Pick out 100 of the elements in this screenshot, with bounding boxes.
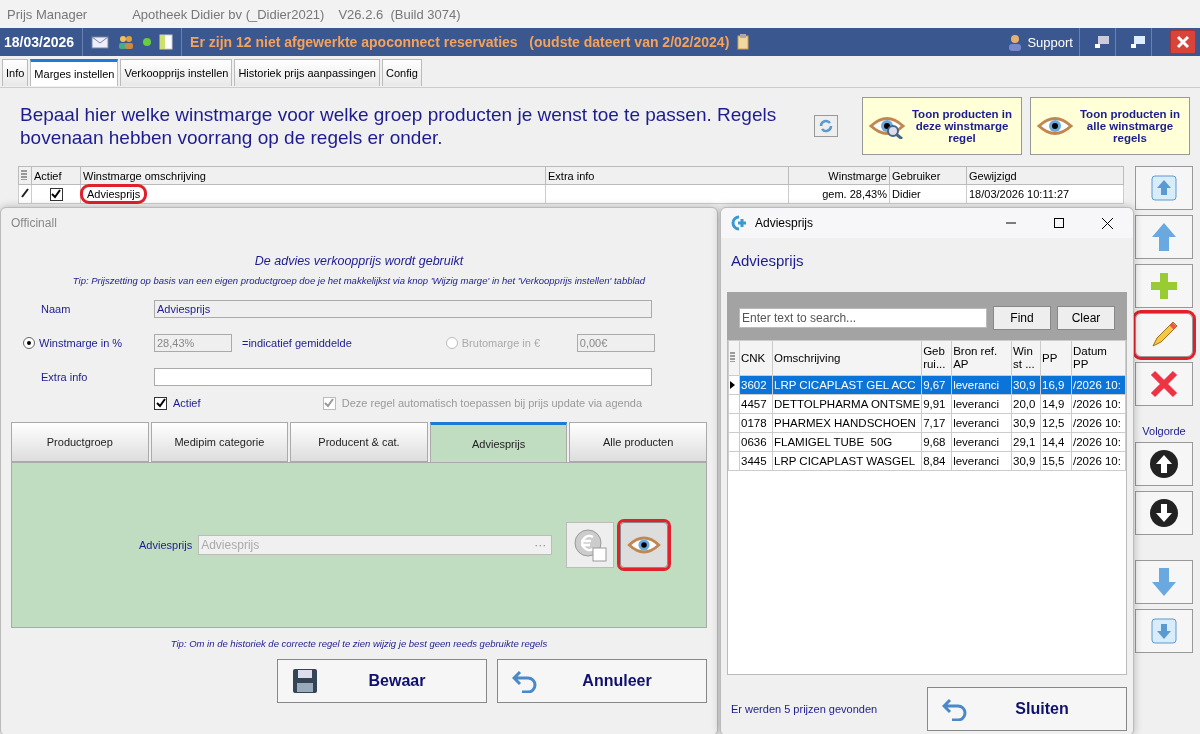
tab[interactable]: Adviesprijs: [429, 422, 568, 462]
column-header[interactable]: Win st ...: [1011, 340, 1041, 376]
tab[interactable]: Config: [382, 59, 422, 86]
table-cell: PHARMEX HANDSCHOEN: [772, 413, 922, 433]
add-button[interactable]: [1135, 264, 1193, 308]
name-field[interactable]: Adviesprijs: [154, 300, 652, 318]
column-chooser-icon[interactable]: [21, 169, 27, 180]
table-cell: 9,91: [921, 394, 952, 414]
extra-info-field[interactable]: [154, 368, 652, 386]
cancel-button[interactable]: Annuleer: [497, 659, 707, 703]
app-logo-icon: [729, 215, 747, 231]
table-cell: /2026 10:: [1071, 432, 1126, 452]
table-cell: DETTOLPHARMA ONTSME: [772, 394, 922, 414]
undo-arrow-icon: [512, 669, 538, 693]
tab[interactable]: Info: [2, 59, 29, 86]
result-row[interactable]: 0178 PHARMEX HANDSCHOEN 7,17 leveranci 30,9 12,5 /2026 10:: [728, 413, 1126, 433]
tab[interactable]: Historiek prijs aanpassingen: [234, 59, 380, 86]
bottom-button[interactable]: [1135, 609, 1193, 653]
radio-button[interactable]: [445, 337, 458, 349]
tab[interactable]: Verkoopprijs instellen: [120, 59, 233, 86]
delete-button[interactable]: [1135, 362, 1193, 406]
table-cell: 0636: [739, 432, 773, 452]
minimize-icon: [1006, 222, 1016, 224]
support-button[interactable]: Support: [1001, 28, 1080, 56]
top-button[interactable]: [1135, 166, 1193, 210]
column-header[interactable]: Datum PP: [1071, 340, 1126, 376]
move-top-icon: [1151, 175, 1177, 201]
tab[interactable]: Medipim categorie: [150, 422, 289, 462]
circle-up-button[interactable]: [1135, 442, 1193, 486]
column-header[interactable]: Actief: [31, 166, 81, 185]
status-dot-icon: [143, 38, 152, 46]
save-button[interactable]: Bewaar: [277, 659, 487, 703]
price-calculator-button[interactable]: [566, 522, 615, 568]
checkbox[interactable]: [49, 187, 63, 201]
table-cell: 14,9: [1040, 394, 1072, 414]
result-row[interactable]: 0636 FLAMIGEL TUBE 50G 9,68 leveranci 29,1 14,4 /2026 10:: [728, 432, 1126, 452]
checkbox[interactable]: [322, 396, 336, 410]
result-row[interactable]: 4457 DETTOLPHARMA ONTSME 9,91 leveranci 20,0 14,9 /2026 10:: [728, 394, 1126, 414]
date-label: 18/03/2026: [4, 34, 75, 50]
source-label: Adviesprijs: [139, 539, 193, 551]
search-field[interactable]: Enter text to search...: [739, 308, 987, 328]
notebook-icon[interactable]: [159, 34, 174, 50]
column-header[interactable]: Winstmarge omschrijving: [80, 166, 546, 185]
arrow-up-icon: [1151, 222, 1177, 252]
option-label: Winstmarge in %: [39, 337, 123, 349]
table-cell: 0178: [739, 413, 773, 433]
result-row[interactable]: 3602 LRP CICAPLAST GEL ACC 9,67 leveranci 30,9 16,9 /2026 10:: [728, 375, 1126, 395]
column-header[interactable]: Gebruiker: [889, 166, 967, 185]
window-icon: [1093, 35, 1110, 49]
close-dialog-button[interactable]: Sluiten: [927, 687, 1127, 731]
up-button[interactable]: [1135, 215, 1193, 259]
table-cell: 7,17: [921, 413, 952, 433]
table-cell: 4457: [739, 394, 773, 414]
radio-button[interactable]: [23, 337, 35, 349]
tab[interactable]: Marges instellen: [30, 59, 119, 86]
close-icon: [1176, 35, 1190, 49]
show-products-button[interactable]: Toon producten in deze winstmarge regel: [862, 97, 1022, 155]
arrow-down-icon: [1149, 498, 1179, 528]
tab[interactable]: Alle producten: [569, 422, 707, 462]
column-header[interactable]: Bron ref. AP: [951, 340, 1012, 376]
app-title: Prijs Manager: [7, 6, 88, 22]
column-header[interactable]: CNK: [739, 340, 773, 376]
refresh-button[interactable]: [814, 115, 838, 137]
column-header[interactable]: PP: [1040, 340, 1072, 376]
arrow-up-icon: [1149, 449, 1179, 479]
table-cell: 3445: [739, 451, 773, 471]
show-products-button[interactable]: Toon producten in alle winstmarge regels: [1030, 97, 1190, 155]
table-cell: 9,68: [921, 432, 952, 452]
table-cell: FLAMIGEL TUBE 50G: [772, 432, 922, 452]
envelope-icon[interactable]: [91, 35, 110, 49]
circle-down-button[interactable]: [1135, 491, 1193, 535]
table-cell: /2026 10:: [1071, 394, 1126, 414]
down-button[interactable]: [1135, 560, 1193, 604]
tab[interactable]: Productgroep: [11, 422, 149, 462]
column-header[interactable]: Extra info: [545, 166, 789, 185]
table-cell: 14,4: [1040, 432, 1072, 452]
active-label: Actief: [173, 397, 201, 409]
users-icon[interactable]: [117, 34, 136, 50]
view-button[interactable]: [620, 522, 669, 568]
column-chooser-icon[interactable]: [730, 351, 735, 362]
table-cell: 15,5: [1040, 451, 1072, 471]
column-header[interactable]: Winstmarge: [788, 166, 890, 185]
column-header[interactable]: Omschrijving: [772, 340, 922, 376]
tab[interactable]: Producent & cat.: [290, 422, 428, 462]
pencil-icon: [21, 188, 29, 198]
clear-button[interactable]: Clear: [1057, 306, 1115, 330]
undo-arrow-icon: [942, 697, 968, 721]
clipboard-icon[interactable]: [737, 34, 750, 50]
table-cell: 20,0: [1011, 394, 1041, 414]
checkbox[interactable]: [154, 396, 167, 410]
table-cell: /2026 10:: [1071, 413, 1126, 433]
column-header[interactable]: Geb rui...: [921, 340, 952, 376]
column-header[interactable]: Gewijzigd: [966, 166, 1124, 185]
result-row[interactable]: 3445 LRP CICAPLAST WASGEL 8,84 leveranci 30,9 15,5 /2026 10:: [728, 451, 1126, 471]
close-button[interactable]: [1170, 30, 1196, 54]
auto-apply-label: Deze regel automatisch toepassen bij prijs update via agenda: [341, 397, 642, 409]
table-cell: 30,9: [1011, 413, 1041, 433]
find-button[interactable]: Find: [993, 306, 1051, 330]
dialog-heading: De advies verkoopprijs wordt gebruikt: [253, 254, 465, 268]
edit-button[interactable]: [1135, 313, 1193, 357]
